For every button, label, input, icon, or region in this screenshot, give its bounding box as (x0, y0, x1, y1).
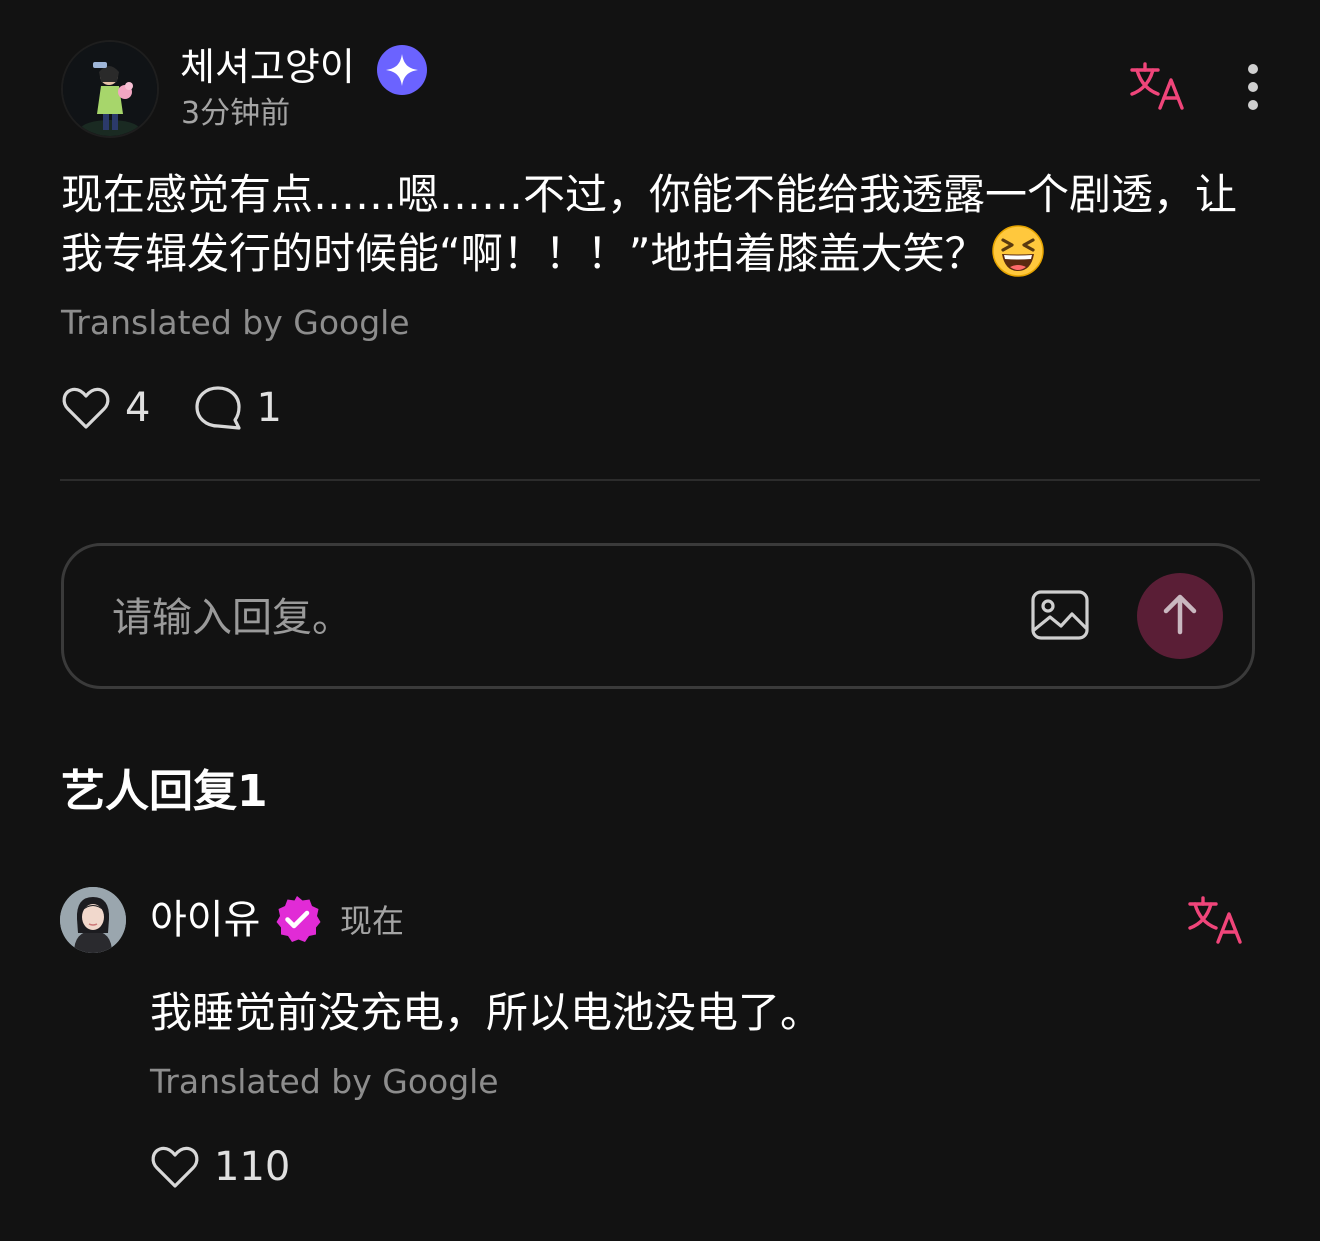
grinning-squinting-face-icon (991, 224, 1045, 278)
post-stats: 4 1 (61, 380, 282, 436)
translate-icon[interactable] (1130, 62, 1184, 112)
like-button[interactable]: 4 (61, 380, 150, 436)
translated-by-label: Translated by Google (61, 303, 410, 342)
reply-input[interactable] (112, 586, 962, 650)
artist-replies-title: 艺人回复1 (61, 766, 268, 817)
reply-stats: 110 (150, 1139, 290, 1195)
artist-avatar[interactable] (60, 887, 126, 953)
author-avatar[interactable] (61, 40, 159, 138)
heart-icon (61, 385, 111, 431)
image-icon[interactable] (1030, 586, 1090, 646)
post-body-text: 现在感觉有点……嗯……不过，你能不能给我透露一个剧透，让我专辑发行的时候能“啊！… (61, 170, 1238, 278)
like-count: 4 (125, 385, 151, 431)
translate-icon[interactable] (1188, 896, 1242, 946)
translated-by-label: Translated by Google (150, 1062, 499, 1101)
reply-body: 我睡觉前没充电，所以电池没电了。 (150, 988, 823, 1037)
more-vertical-icon[interactable] (1240, 62, 1266, 112)
author-name[interactable]: 체셔고양이 (180, 44, 355, 90)
reply-like-button[interactable]: 110 (150, 1139, 290, 1195)
sparkle-badge-icon (376, 44, 428, 96)
divider (60, 479, 1260, 481)
arrow-up-icon (1160, 592, 1200, 640)
comment-button[interactable]: 1 (194, 380, 282, 436)
comment-bubble-icon (194, 384, 242, 432)
artist-name[interactable]: 아이유 (150, 894, 260, 946)
reply-timestamp: 现在 (340, 902, 405, 940)
post-body: 现在感觉有点……嗯……不过，你能不能给我透露一个剧透，让我专辑发行的时候能“啊！… (61, 166, 1241, 283)
comment-count: 1 (256, 385, 282, 431)
post-timestamp: 3分钟前 (181, 96, 291, 131)
reply-composer (61, 543, 1255, 689)
reply-like-count: 110 (214, 1144, 291, 1190)
verified-badge-icon (272, 894, 322, 944)
heart-icon (150, 1144, 200, 1190)
send-button[interactable] (1137, 573, 1223, 659)
